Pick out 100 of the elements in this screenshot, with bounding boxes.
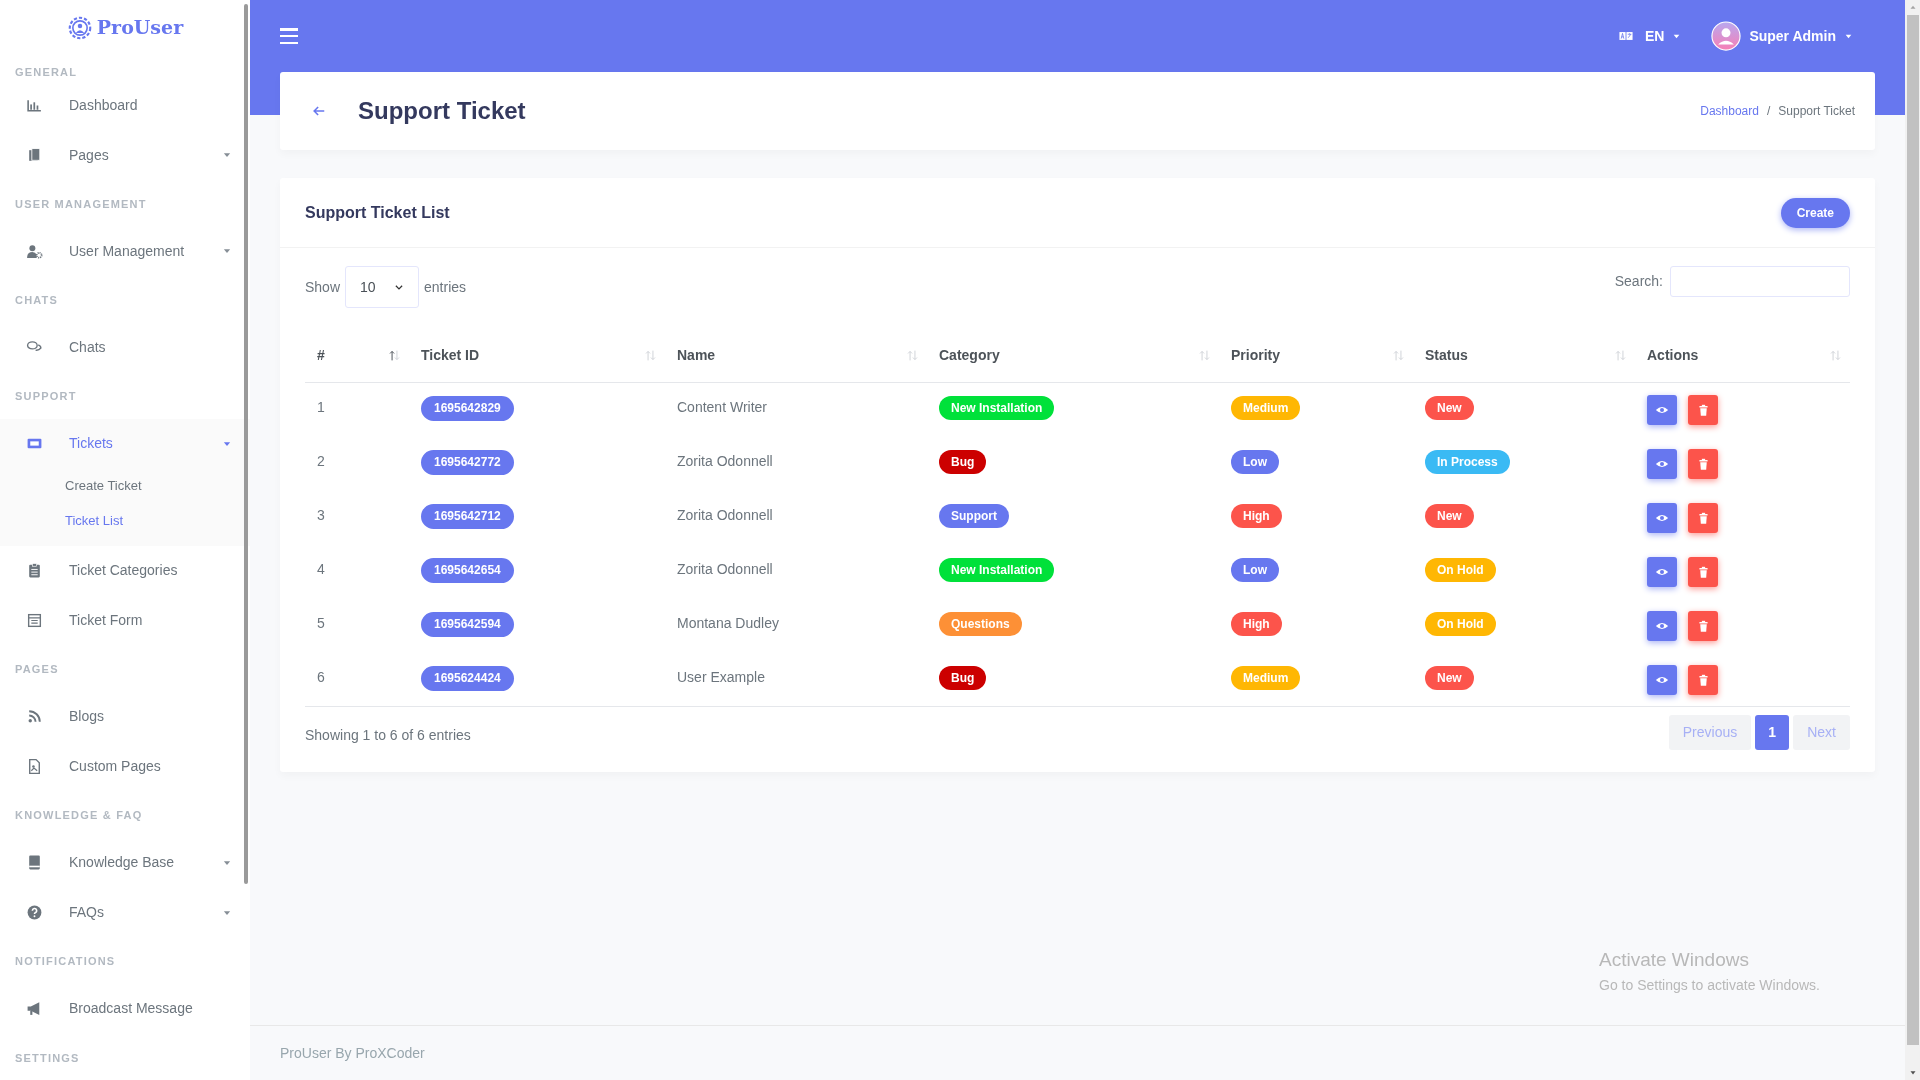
ticket-name: Montana Dudley — [677, 615, 779, 631]
sidebar-item[interactable]: User Management — [0, 226, 250, 277]
sidebar-item[interactable]: Blogs — [0, 691, 250, 742]
delete-button[interactable] — [1688, 665, 1718, 695]
sidebar-item[interactable]: Broadcast Message — [0, 983, 250, 1034]
row-number: 2 — [317, 453, 325, 469]
clipboard-icon — [26, 562, 43, 580]
entries-select[interactable]: 10 — [345, 266, 420, 308]
ticket-name: User Example — [677, 669, 765, 685]
section-header: KNOWLEDGE & FAQ — [15, 808, 143, 824]
column-header[interactable]: Ticket ID — [421, 344, 480, 366]
section-header: SUPPORT — [15, 389, 77, 405]
trash-icon — [1696, 565, 1710, 579]
priority-badge: Low — [1231, 450, 1279, 474]
user-dropdown[interactable]: Super Admin — [1711, 21, 1853, 51]
delete-button[interactable] — [1688, 449, 1718, 479]
section-header: USER MANAGEMENT — [15, 196, 147, 212]
footer-text: ProUser By ProXCoder — [280, 1043, 425, 1063]
search-field[interactable] — [1670, 265, 1850, 297]
row-number: 4 — [317, 561, 325, 577]
sidebar-item[interactable]: Dashboard — [0, 80, 250, 131]
book-icon — [26, 854, 43, 872]
view-button[interactable] — [1647, 503, 1677, 533]
section-header: CHATS — [15, 293, 59, 308]
image-file-icon — [26, 758, 43, 776]
chevron-down-icon — [394, 282, 405, 292]
ticket-name: Content Writer — [677, 399, 767, 415]
ticket-name: Zorita Odonnell — [677, 561, 773, 577]
row-number: 3 — [317, 507, 325, 523]
ticket-id-badge: 1695642594 — [421, 612, 514, 637]
priority-badge: Medium — [1231, 666, 1301, 690]
view-button[interactable] — [1647, 395, 1677, 425]
question-circle-icon — [26, 904, 43, 922]
create-button[interactable]: Create — [1780, 197, 1850, 228]
category-badge: Support — [939, 504, 1009, 528]
menu-button[interactable] — [280, 28, 298, 44]
ticket-name: Zorita Odonnell — [677, 453, 773, 469]
breadcrumb-current: Support Ticket — [1778, 103, 1855, 120]
form-icon — [26, 612, 43, 630]
trash-icon — [1696, 457, 1710, 471]
column-header[interactable]: Status — [1425, 344, 1468, 366]
trash-icon — [1696, 511, 1710, 525]
view-button[interactable] — [1647, 665, 1677, 695]
entries-label: entries — [424, 277, 467, 297]
scrollbar-thumb[interactable] — [1906, 15, 1919, 1045]
language-dropdown[interactable]: EN — [1614, 25, 1682, 47]
ticket-id-badge: 1695642829 — [421, 396, 514, 421]
status-badge: New — [1425, 504, 1474, 528]
column-header[interactable]: Category — [939, 344, 1000, 366]
breadcrumb-link[interactable]: Dashboard — [1700, 102, 1759, 120]
sidebar-item[interactable]: FAQs — [0, 887, 250, 938]
category-badge: Bug — [939, 450, 987, 474]
status-badge: On Hold — [1425, 612, 1496, 636]
section-header: SETTINGS — [15, 1050, 80, 1066]
priority-badge: Medium — [1231, 396, 1301, 420]
sidebar-item[interactable]: Chats — [0, 322, 250, 373]
section-header: GENERAL — [15, 64, 78, 80]
trash-icon — [1696, 619, 1710, 633]
category-badge: Bug — [939, 666, 987, 690]
delete-button[interactable] — [1688, 395, 1718, 425]
sidebar-item[interactable]: Ticket Form — [0, 595, 250, 646]
row-number: 6 — [317, 669, 325, 685]
brand-name: ProUser — [96, 15, 184, 41]
submenu-item[interactable]: Ticket List — [0, 503, 250, 539]
page-button[interactable]: 1 — [1755, 715, 1790, 750]
delete-button[interactable] — [1688, 503, 1718, 533]
view-button[interactable] — [1647, 449, 1677, 479]
category-badge: New Installation — [939, 396, 1055, 420]
submenu-item[interactable]: Create Ticket — [0, 468, 250, 504]
user-gear-icon — [26, 242, 43, 260]
section-header: PAGES — [15, 662, 59, 678]
column-header[interactable]: # — [317, 344, 325, 366]
priority-badge: High — [1231, 504, 1282, 528]
priority-badge: Low — [1231, 558, 1279, 582]
activation-title: Activate Windows — [1599, 948, 1750, 972]
column-header[interactable]: Actions — [1647, 344, 1699, 366]
sidebar-item[interactable]: Ticket Categories — [0, 545, 250, 596]
delete-button[interactable] — [1688, 611, 1718, 641]
ticket-id-badge: 1695642772 — [421, 450, 514, 475]
category-badge: Questions — [939, 612, 1022, 636]
column-header[interactable]: Name — [677, 344, 716, 366]
view-button[interactable] — [1647, 611, 1677, 641]
gear-user-logo-icon — [66, 14, 93, 41]
search-label: Search: — [1614, 271, 1663, 291]
column-header[interactable]: Priority — [1231, 344, 1280, 366]
sidebar-item[interactable]: Custom Pages — [0, 741, 250, 792]
sidebar-item[interactable]: Knowledge Base — [0, 837, 250, 888]
trash-icon — [1696, 403, 1710, 417]
arrow-left-icon — [312, 104, 326, 118]
ticket-id-badge: 1695642654 — [421, 558, 514, 583]
sidebar-item[interactable]: Tickets — [0, 418, 250, 469]
activation-message: Go to Settings to activate Windows. — [1599, 975, 1820, 995]
sidebar-item[interactable]: Pages — [0, 130, 250, 181]
status-badge: On Hold — [1425, 558, 1496, 582]
delete-button[interactable] — [1688, 557, 1718, 587]
view-button[interactable] — [1647, 557, 1677, 587]
table-info: Showing 1 to 6 of 6 entries — [305, 726, 471, 745]
scrollbar-thumb[interactable] — [244, 4, 248, 884]
section-header: NOTIFICATIONS — [15, 954, 116, 970]
show-label: Show — [305, 277, 341, 297]
